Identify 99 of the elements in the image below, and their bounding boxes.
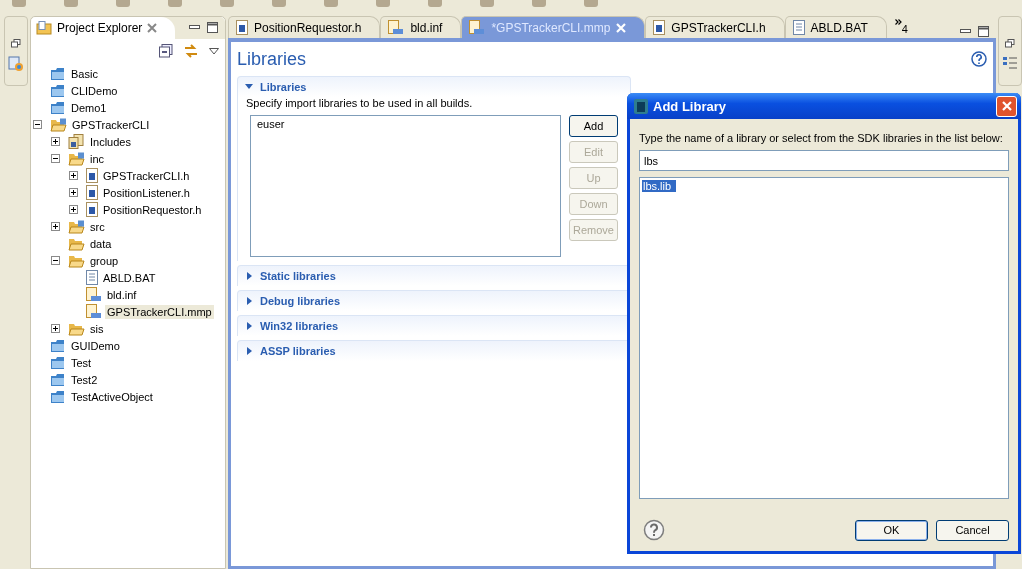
- chevrons-icon[interactable]: [894, 19, 902, 25]
- editor-tab[interactable]: bld.inf: [380, 16, 462, 38]
- restore-icon[interactable]: [11, 39, 21, 48]
- expand-arrow-icon: [245, 322, 253, 330]
- tree-item[interactable]: Test2: [69, 372, 100, 387]
- folder-icon: [50, 66, 66, 81]
- open-folder-icon: [68, 151, 85, 166]
- includes-icon: [68, 134, 85, 149]
- section-header[interactable]: Debug libraries: [238, 291, 630, 311]
- tree-item[interactable]: Includes: [88, 134, 133, 149]
- section-header[interactable]: Libraries: [238, 77, 630, 97]
- expand-toggle[interactable]: [69, 205, 78, 214]
- maximize-icon[interactable]: [978, 26, 990, 38]
- expand-toggle[interactable]: [69, 171, 78, 180]
- prompt-text: Type the name of a library or select from the SDK libraries in the list below:: [639, 131, 1004, 145]
- open-folder-icon: [68, 236, 85, 251]
- header-file-icon: [236, 20, 248, 35]
- link-arrows-icon[interactable]: [183, 43, 199, 59]
- tree-item[interactable]: TestActiveObject: [69, 389, 155, 404]
- dropdown-icon[interactable]: [209, 47, 219, 55]
- tree-item[interactable]: data: [88, 236, 114, 251]
- restore-icon[interactable]: [1005, 39, 1015, 48]
- text-file-icon: [792, 20, 805, 35]
- more-tabs-count[interactable]: 4: [901, 19, 908, 35]
- tree-item[interactable]: CLIDemo: [69, 83, 120, 98]
- folder-icon: [50, 389, 66, 404]
- tree-item[interactable]: src: [88, 219, 107, 234]
- expand-arrow-icon: [245, 347, 253, 355]
- close-button[interactable]: [996, 95, 1017, 117]
- expand-arrow-icon: [245, 272, 253, 280]
- expand-toggle[interactable]: [51, 137, 60, 146]
- open-folder-icon: [50, 117, 67, 132]
- expand-toggle[interactable]: [33, 120, 42, 129]
- section-header[interactable]: ASSP libraries: [238, 341, 630, 361]
- open-folder-icon: [68, 253, 85, 268]
- expand-arrow-icon: [245, 297, 253, 305]
- folder-icon: [50, 83, 66, 98]
- folder-icon: [50, 338, 66, 353]
- folder-icon: [36, 21, 52, 35]
- expand-toggle[interactable]: [51, 256, 60, 265]
- collapse-all-icon[interactable]: [159, 44, 173, 58]
- view-tab[interactable]: Project Explorer: [31, 17, 176, 39]
- dialog-button[interactable]: Cancel: [936, 519, 1009, 541]
- expand-toggle[interactable]: [69, 188, 78, 197]
- tree-item[interactable]: PositionListener.h: [101, 185, 192, 200]
- library-list[interactable]: euser: [250, 115, 561, 257]
- open-folder-icon: [68, 321, 85, 336]
- editor-tab[interactable]: GPSTrackerCLI.h: [645, 16, 785, 38]
- expand-toggle[interactable]: [51, 222, 60, 231]
- sdk-library-list[interactable]: lbs.lib: [639, 177, 1009, 499]
- header-file-icon: [86, 202, 98, 217]
- tree-item[interactable]: Demo1: [69, 100, 109, 115]
- help-icon[interactable]: [971, 51, 987, 67]
- folder-icon: [50, 100, 66, 115]
- file-folder-icon: [86, 304, 102, 319]
- list-item[interactable]: euser: [257, 118, 554, 130]
- header-file-icon: [653, 20, 666, 35]
- tree-item[interactable]: sis: [88, 321, 106, 336]
- expand-toggle[interactable]: [51, 324, 60, 333]
- maximize-icon[interactable]: [207, 22, 219, 34]
- app-icon: [634, 98, 648, 114]
- close-icon: [1001, 101, 1012, 111]
- header-file-icon: [86, 168, 98, 183]
- section-description: Specify import libraries to be used in all builds.: [245, 97, 474, 111]
- library-name-field[interactable]: lbs: [639, 150, 1009, 171]
- tree-item[interactable]: group: [88, 253, 121, 268]
- tree-item[interactable]: GPSTrackerCLI.mmp: [105, 304, 214, 319]
- expand-arrow-icon: [245, 83, 253, 91]
- section-header[interactable]: Win32 libraries: [238, 316, 630, 336]
- tree-item[interactable]: ABLD.BAT: [101, 270, 158, 285]
- tree-item[interactable]: GUIDemo: [69, 338, 122, 353]
- section-header[interactable]: Static libraries: [238, 266, 630, 286]
- header-file-icon: [86, 185, 98, 200]
- tree-item[interactable]: GPSTrackerCLI.h: [101, 168, 192, 183]
- close-icon[interactable]: [147, 23, 158, 33]
- editor-tab[interactable]: PositionRequestor.h: [228, 16, 381, 38]
- text-file-icon: [86, 270, 98, 285]
- tree-item[interactable]: GPSTrackerCLI: [70, 117, 152, 132]
- tree-item[interactable]: Basic: [69, 66, 100, 81]
- open-folder-icon: [68, 219, 85, 234]
- outline-icon[interactable]: [1003, 56, 1017, 70]
- tree-item[interactable]: bld.inf: [105, 287, 139, 302]
- tree-item[interactable]: Test: [69, 355, 94, 370]
- file-folder-icon: [469, 20, 486, 35]
- list-item[interactable]: lbs.lib: [642, 180, 677, 192]
- dialog-title: Add Library: [653, 98, 726, 114]
- tree-item[interactable]: inc: [88, 151, 107, 166]
- folder-icon: [50, 372, 66, 387]
- editor-tab[interactable]: ABLD.BAT: [784, 16, 887, 38]
- explorer-icon[interactable]: [8, 56, 24, 72]
- list-action-button[interactable]: Add: [569, 115, 618, 137]
- file-folder-icon: [388, 20, 405, 35]
- dialog-button[interactable]: OK: [855, 519, 928, 541]
- help-icon[interactable]: [643, 519, 665, 541]
- tree-item[interactable]: PositionRequestor.h: [101, 202, 204, 217]
- file-folder-icon: [86, 287, 102, 302]
- folder-icon: [50, 355, 66, 370]
- expand-toggle[interactable]: [51, 154, 60, 163]
- page-title: Libraries: [237, 48, 307, 70]
